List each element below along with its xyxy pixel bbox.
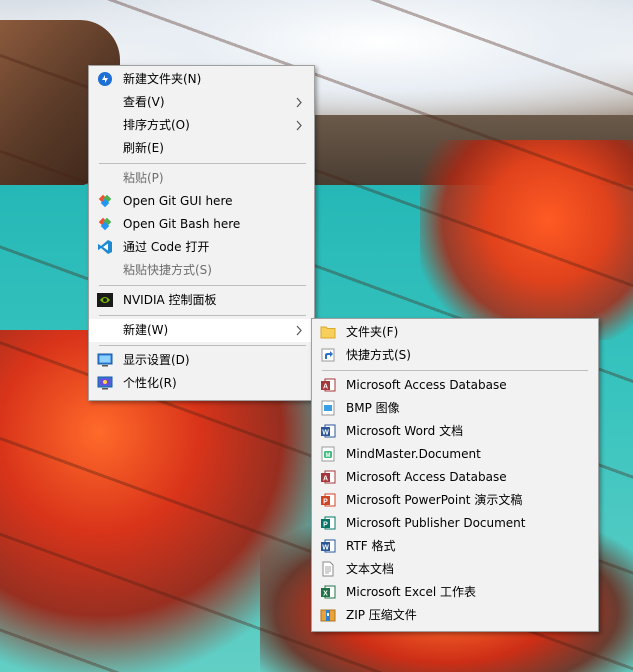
vscode-icon [97,239,113,255]
text-document-icon [320,561,336,577]
nvidia-icon [97,292,113,308]
submenu-item-folder[interactable]: 文件夹(F) [312,321,598,344]
submenu-item-access-database[interactable]: A Microsoft Access Database [312,466,598,489]
svg-text:A: A [323,476,328,483]
menu-item-open-git-gui[interactable]: Open Git GUI here [89,190,314,213]
menu-item-new-folder[interactable]: 新建文件夹(N) [89,68,314,91]
submenu-item-label: Microsoft Excel 工作表 [346,585,477,599]
submenu-item-label: MindMaster.Document [346,447,481,461]
submenu-item-label: 文件夹(F) [346,325,399,339]
bmp-icon [320,400,336,416]
menu-item-label: 粘贴快捷方式(S) [123,263,212,277]
display-settings-icon [97,352,113,368]
zip-icon [320,607,336,623]
submenu-item-label: Microsoft Access Database [346,470,507,484]
submenu-item-rtf-format[interactable]: W RTF 格式 [312,535,598,558]
menu-separator [99,345,306,346]
menu-item-open-git-bash[interactable]: Open Git Bash here [89,213,314,236]
access-icon: A [320,377,336,393]
menu-item-new[interactable]: 新建(W) [89,319,314,342]
svg-text:W: W [322,430,329,437]
chevron-right-icon [294,91,304,114]
folder-icon [320,324,336,340]
shortcut-icon [320,347,336,363]
menu-item-nvidia-control-panel[interactable]: NVIDIA 控制面板 [89,289,314,312]
new-folder-icon [97,71,113,87]
submenu-item-text-document[interactable]: 文本文档 [312,558,598,581]
submenu-item-label: ZIP 压缩文件 [346,608,417,622]
submenu-item-bmp-image[interactable]: BMP 图像 [312,397,598,420]
chevron-right-icon [294,114,304,137]
git-gui-icon [97,193,113,209]
submenu-item-powerpoint-presentation[interactable]: P Microsoft PowerPoint 演示文稿 [312,489,598,512]
svg-text:M: M [326,453,331,459]
personalize-icon [97,375,113,391]
svg-text:P: P [323,522,328,529]
submenu-item-label: Microsoft Word 文档 [346,424,464,438]
menu-item-sort-by[interactable]: 排序方式(O) [89,114,314,137]
menu-item-paste[interactable]: 粘贴(P) [89,167,314,190]
menu-separator [99,315,306,316]
menu-item-view[interactable]: 查看(V) [89,91,314,114]
powerpoint-icon: P [320,492,336,508]
submenu-item-zip-archive[interactable]: ZIP 压缩文件 [312,604,598,627]
submenu-item-label: Microsoft PowerPoint 演示文稿 [346,493,523,507]
menu-item-label: Open Git GUI here [123,194,233,208]
menu-item-personalize[interactable]: 个性化(R) [89,372,314,395]
menu-separator [322,370,588,371]
menu-item-label: 查看(V) [123,95,165,109]
menu-item-label: 排序方式(O) [123,118,190,132]
submenu-item-label: 快捷方式(S) [346,348,411,362]
access-icon: A [320,469,336,485]
submenu-item-publisher-document[interactable]: P Microsoft Publisher Document [312,512,598,535]
submenu-item-label: Microsoft Access Database [346,378,507,392]
submenu-item-excel-worksheet[interactable]: X Microsoft Excel 工作表 [312,581,598,604]
menu-item-label: 粘贴(P) [123,171,164,185]
menu-item-open-with-code[interactable]: 通过 Code 打开 [89,236,314,259]
word-icon: W [320,423,336,439]
submenu-item-mindmaster-document[interactable]: M MindMaster.Document [312,443,598,466]
menu-item-label: 个性化(R) [123,376,177,390]
menu-separator [99,163,306,164]
submenu-item-label: BMP 图像 [346,401,400,415]
svg-text:A: A [323,384,328,391]
rtf-icon: W [320,538,336,554]
menu-item-label: 刷新(E) [123,141,164,155]
menu-separator [99,285,306,286]
menu-item-label: 通过 Code 打开 [123,240,210,254]
menu-item-label: 新建(W) [123,323,169,337]
submenu-item-shortcut[interactable]: 快捷方式(S) [312,344,598,367]
menu-item-label: Open Git Bash here [123,217,241,231]
submenu-item-label: 文本文档 [346,562,395,576]
desktop-context-menu: 新建文件夹(N) 查看(V) 排序方式(O) 刷新(E) 粘贴(P) Open … [88,65,315,401]
new-submenu: 文件夹(F) 快捷方式(S) A Microsoft Access Databa… [311,318,599,632]
submenu-item-label: Microsoft Publisher Document [346,516,526,530]
submenu-item-word-document[interactable]: W Microsoft Word 文档 [312,420,598,443]
menu-item-paste-shortcut[interactable]: 粘贴快捷方式(S) [89,259,314,282]
publisher-icon: P [320,515,336,531]
menu-item-label: 新建文件夹(N) [123,72,202,86]
mindmaster-icon: M [320,446,336,462]
menu-item-display-settings[interactable]: 显示设置(D) [89,349,314,372]
menu-item-refresh[interactable]: 刷新(E) [89,137,314,160]
svg-text:W: W [322,545,329,552]
menu-item-label: 显示设置(D) [123,353,190,367]
svg-text:P: P [323,499,328,506]
svg-text:X: X [323,591,328,598]
menu-item-label: NVIDIA 控制面板 [123,293,217,307]
submenu-item-access-database[interactable]: A Microsoft Access Database [312,374,598,397]
excel-icon: X [320,584,336,600]
chevron-right-icon [294,319,304,342]
submenu-item-label: RTF 格式 [346,539,396,553]
git-bash-icon [97,216,113,232]
